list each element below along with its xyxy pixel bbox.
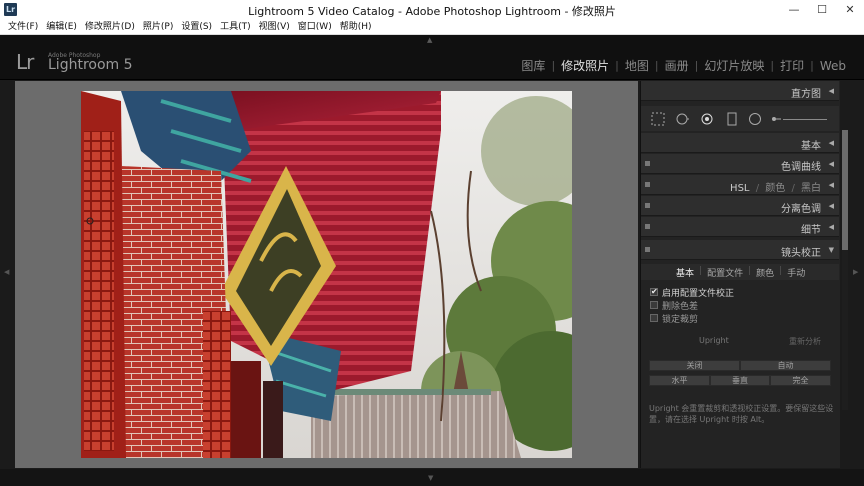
develop-right-panel: 直方图 ◀ 基本 ◀ 色调曲线 ◀ HSL / 颜色 / 黑白 ◀ 分离色调 ◀… [640, 81, 840, 468]
checkbox-unchecked-icon[interactable] [650, 301, 658, 309]
hsl-separator: / [755, 183, 760, 194]
maximize-button[interactable]: ☐ [808, 0, 836, 20]
upright-help-text: Upright 会重置裁剪和透视校正设置。要保留这些设置，请在选择 Uprigh… [649, 404, 834, 424]
checkbox-remove-ca[interactable]: 删除色差 [650, 299, 699, 312]
panel-histogram-header[interactable]: 直方图 ◀ [641, 81, 839, 101]
module-print[interactable]: 打印 [774, 57, 810, 74]
tab-lens-color[interactable]: 颜色 [751, 264, 779, 280]
module-web[interactable]: Web [814, 59, 852, 73]
panel-toggle-switch[interactable] [645, 161, 650, 166]
checkbox-unchecked-icon[interactable] [650, 314, 658, 322]
panel-tone-curve-header[interactable]: 色调曲线 ◀ [641, 154, 839, 174]
checkbox-enable-profile[interactable]: ✔ 启用配置文件校正 [650, 286, 735, 299]
upright-level-button[interactable]: 水平 [649, 375, 710, 386]
module-develop[interactable]: 修改照片 [555, 57, 615, 74]
window-title: Lightroom 5 Video Catalog - Adobe Photos… [248, 5, 616, 18]
upright-full-button[interactable]: 完全 [770, 375, 831, 386]
panel-histogram-label: 直方图 [791, 89, 821, 100]
module-map[interactable]: 地图 [619, 57, 655, 74]
lr-logo: Lr [16, 50, 34, 74]
tab-lens-manual[interactable]: 手动 [782, 264, 810, 280]
tab-lens-basic[interactable]: 基本 [671, 264, 699, 280]
hsl-separator: / [791, 183, 795, 194]
collapse-bottom-arrow-icon[interactable]: ▼ [428, 474, 433, 482]
menu-develop[interactable]: 修改照片(D) [81, 20, 139, 34]
panel-toggle-switch[interactable] [645, 182, 650, 187]
panel-toggle-switch[interactable] [645, 224, 650, 229]
close-button[interactable]: ✕ [836, 0, 864, 20]
panel-basic-header[interactable]: 基本 ◀ [641, 133, 839, 153]
develop-toolbar [641, 106, 839, 131]
panel-lens-correction-header[interactable]: 镜头校正 ▼ [641, 240, 839, 260]
menu-tools[interactable]: 工具(T) [216, 20, 255, 34]
collapse-triangle-icon: ◀ [828, 223, 834, 231]
radial-filter-icon[interactable] [748, 112, 762, 126]
module-book[interactable]: 画册 [659, 57, 695, 74]
menu-settings[interactable]: 设置(S) [177, 20, 216, 34]
panel-split-toning-label: 分离色调 [781, 204, 821, 215]
checkbox-constrain-crop[interactable]: 锁定裁剪 [650, 312, 699, 325]
module-slideshow[interactable]: 幻灯片放映 [698, 57, 770, 74]
menu-help[interactable]: 帮助(H) [336, 20, 376, 34]
photo-temple-eaves[interactable] [81, 91, 572, 458]
collapse-top-arrow-icon[interactable]: ▲ [427, 36, 432, 44]
menu-view[interactable]: 视图(V) [255, 20, 294, 34]
panel-lens-correction-label: 镜头校正 [781, 248, 821, 259]
upright-label: Upright [699, 336, 729, 345]
minimize-button[interactable]: — [780, 0, 808, 20]
panel-toggle-switch[interactable] [645, 203, 650, 208]
collapse-triangle-icon: ◀ [828, 202, 834, 210]
panel-hsl-label: HSL / 颜色 / 黑白 [730, 179, 821, 194]
red-eye-icon[interactable] [700, 112, 714, 126]
menu-photo[interactable]: 照片(P) [139, 20, 177, 34]
menu-bar: 文件(F) 编辑(E) 修改照片(D) 照片(P) 设置(S) 工具(T) 视图… [0, 20, 864, 35]
collapse-triangle-icon: ◀ [828, 160, 834, 168]
crop-overlay-icon[interactable] [651, 112, 665, 126]
checkbox-label: 启用配置文件校正 [662, 288, 735, 299]
module-picker: 图库 | 修改照片 | 地图 | 画册 | 幻灯片放映 | 打印 | Web [515, 57, 852, 74]
lens-correction-tabs: 基本 | 配置文件 | 颜色 | 手动 [641, 264, 839, 280]
photo-image [81, 91, 572, 458]
panel-detail-header[interactable]: 细节 ◀ [641, 217, 839, 237]
right-panel-scrollbar[interactable] [842, 130, 848, 410]
tab-lens-profile[interactable]: 配置文件 [702, 264, 748, 280]
graduated-filter-icon[interactable] [725, 112, 739, 126]
hsl-tab-bw[interactable]: 黑白 [801, 183, 821, 194]
collapse-triangle-icon: ◀ [828, 181, 834, 189]
hsl-tab-hsl[interactable]: HSL [730, 183, 749, 194]
hsl-tab-color[interactable]: 颜色 [765, 183, 785, 194]
identity-plate-bar: ▲ Lr Adobe Photoshop Lightroom 5 图库 | 修改… [0, 35, 864, 80]
adjustment-brush-icon[interactable] [767, 112, 781, 126]
collapse-triangle-icon: ◀ [828, 139, 834, 147]
logo-product-name: Lightroom 5 [48, 57, 133, 73]
checkbox-label: 删除色差 [662, 301, 699, 312]
menu-file[interactable]: 文件(F) [4, 20, 42, 34]
panel-basic-label: 基本 [801, 141, 821, 152]
panel-split-toning-header[interactable]: 分离色调 ◀ [641, 196, 839, 216]
toolbar-slider-track[interactable] [783, 119, 827, 120]
window-title-bar: Lr Lightroom 5 Video Catalog - Adobe Pho… [0, 0, 864, 20]
module-library[interactable]: 图库 [515, 57, 551, 74]
panel-tone-curve-label: 色调曲线 [781, 162, 821, 173]
spot-removal-icon[interactable] [675, 112, 689, 126]
checkbox-label: 锁定裁剪 [662, 314, 699, 325]
upright-vertical-button[interactable]: 垂直 [710, 375, 770, 386]
checkbox-checked-icon[interactable]: ✔ [650, 288, 658, 296]
reanalyze-button[interactable]: 重新分析 [789, 336, 821, 347]
right-panel-arrow-icon[interactable]: ▶ [853, 268, 858, 276]
panel-toggle-switch[interactable] [645, 247, 650, 252]
collapse-triangle-icon: ◀ [828, 87, 834, 95]
menu-edit[interactable]: 编辑(E) [42, 20, 81, 34]
upright-auto-button[interactable]: 自动 [740, 360, 831, 371]
expand-triangle-icon: ▼ [828, 246, 834, 254]
panel-hsl-header[interactable]: HSL / 颜色 / 黑白 ◀ [641, 175, 839, 195]
photo-canvas[interactable] [15, 81, 638, 468]
panel-detail-label: 细节 [801, 225, 821, 236]
scrollbar-thumb[interactable] [842, 130, 848, 250]
menu-window[interactable]: 窗口(W) [294, 20, 336, 34]
left-panel-arrow-icon[interactable]: ◀ [4, 268, 9, 276]
upright-off-button[interactable]: 关闭 [649, 360, 740, 371]
